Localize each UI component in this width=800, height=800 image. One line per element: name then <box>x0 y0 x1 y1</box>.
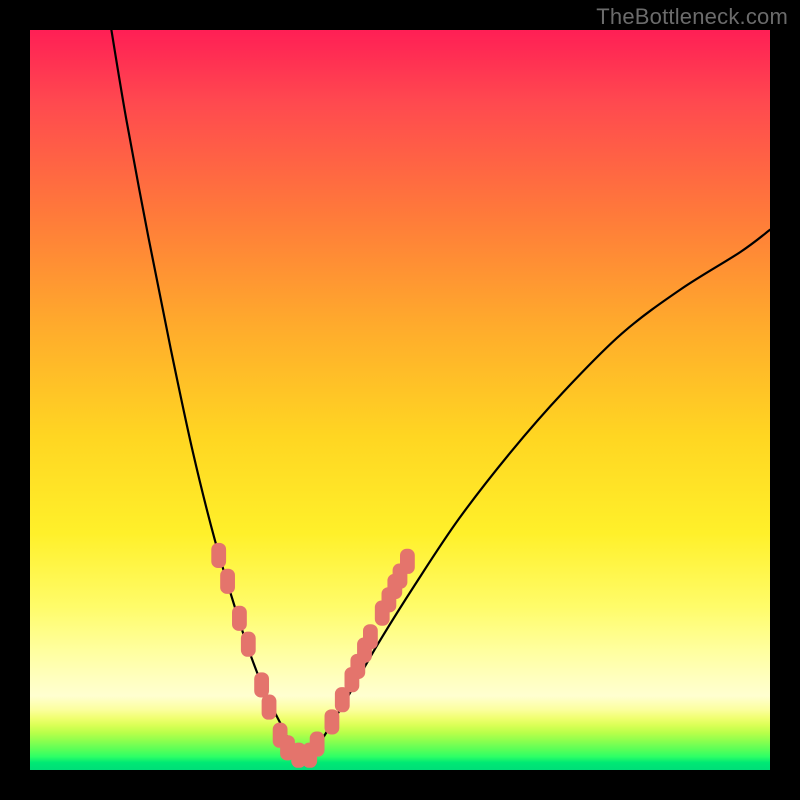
optimum-marker <box>211 543 226 568</box>
optimum-marker <box>310 732 325 757</box>
optimum-marker <box>241 632 256 657</box>
optimum-marker <box>262 695 277 720</box>
optimum-marker <box>400 549 415 574</box>
optimum-markers <box>211 543 414 768</box>
optimum-marker <box>232 606 247 631</box>
optimum-marker <box>325 709 340 734</box>
watermark-text: TheBottleneck.com <box>596 4 788 30</box>
optimum-marker <box>220 569 235 594</box>
curve-svg <box>30 30 770 770</box>
optimum-marker <box>363 624 378 649</box>
bottleneck-curve <box>111 30 770 757</box>
plot-area <box>30 30 770 770</box>
figure-outer: TheBottleneck.com <box>0 0 800 800</box>
optimum-marker <box>254 672 269 697</box>
